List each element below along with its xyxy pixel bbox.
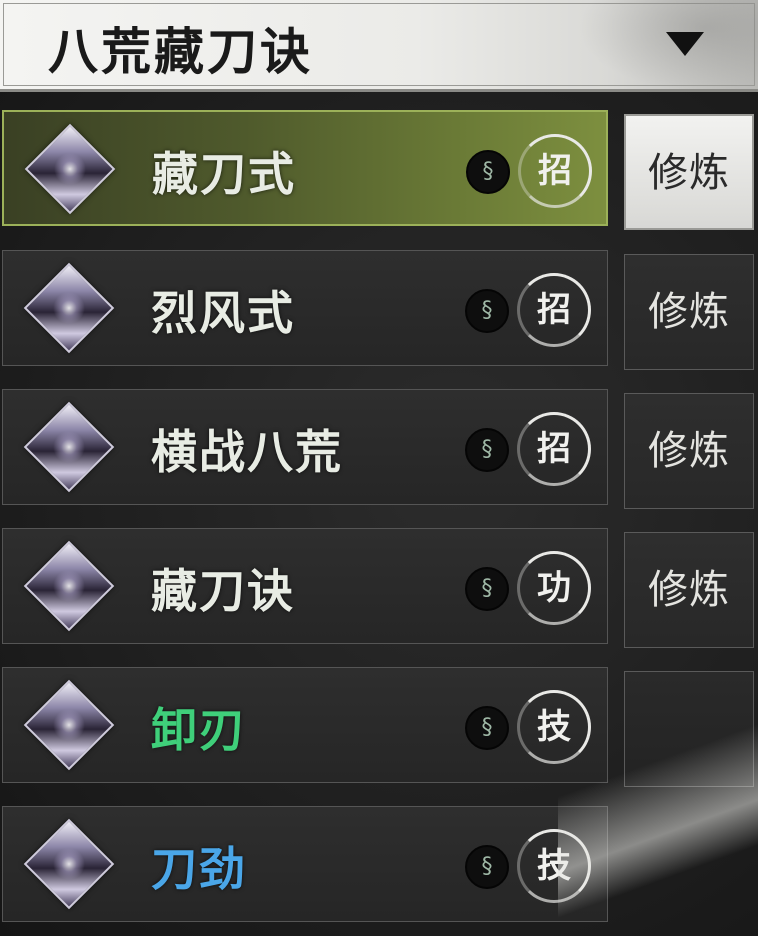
skill-type-badge: 招 [518, 134, 592, 208]
skill-name: 卸刃 [151, 703, 247, 757]
skill-row-1[interactable]: 藏刀式 § 招 [2, 110, 608, 226]
skill-row-6[interactable]: 刀劲 § 技 [2, 806, 608, 922]
swirl-token-icon: § [465, 567, 509, 611]
triangle-down-icon[interactable] [666, 32, 704, 56]
train-button-3[interactable]: 修炼 [624, 393, 754, 509]
swirl-token-icon: § [465, 428, 509, 472]
skill-name: 藏刀式 [152, 147, 296, 201]
technique-title: 八荒藏刀诀 [48, 22, 313, 81]
skill-row-3[interactable]: 横战八荒 § 招 [2, 389, 608, 505]
train-button-4[interactable]: 修炼 [624, 532, 754, 648]
skill-5-icon [23, 679, 115, 771]
skill-row-2[interactable]: 烈风式 § 招 [2, 250, 608, 366]
skill-panel: 八荒藏刀诀 藏刀式 § 招 修炼 烈风式 § 招 修炼 横战八荒 § 招 修炼 … [0, 0, 758, 936]
swirl-token-icon: § [465, 706, 509, 750]
train-button-1[interactable]: 修炼 [624, 114, 754, 230]
skill-type-badge: 技 [517, 690, 591, 764]
skill-4-icon [23, 540, 115, 632]
skill-name: 藏刀诀 [151, 564, 295, 618]
skill-type-badge: 技 [517, 829, 591, 903]
skill-type-badge: 功 [517, 551, 591, 625]
train-button-2[interactable]: 修炼 [624, 254, 754, 370]
skill-6-icon [23, 818, 115, 910]
swirl-token-icon: § [465, 289, 509, 333]
skill-row-5[interactable]: 卸刃 § 技 [2, 667, 608, 783]
train-slot-5 [624, 671, 754, 787]
skill-row-4[interactable]: 藏刀诀 § 功 [2, 528, 608, 644]
skill-3-icon [23, 401, 115, 493]
skill-type-badge: 招 [517, 412, 591, 486]
skill-type-badge: 招 [517, 273, 591, 347]
skill-name: 横战八荒 [151, 425, 343, 479]
skill-name: 烈风式 [151, 286, 295, 340]
swirl-token-icon: § [465, 845, 509, 889]
technique-selector[interactable]: 八荒藏刀诀 [0, 0, 758, 92]
skill-2-icon [23, 262, 115, 354]
skill-1-icon [24, 123, 116, 215]
swirl-token-icon: § [466, 150, 510, 194]
skill-name: 刀劲 [151, 842, 247, 896]
